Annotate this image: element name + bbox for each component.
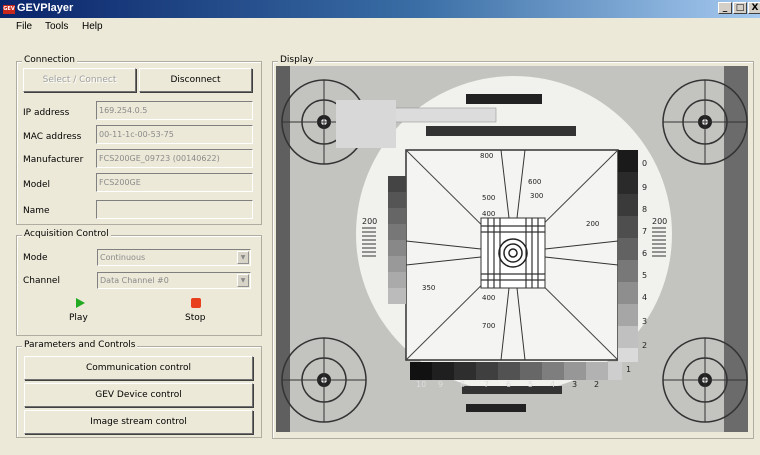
mac-address-label: MAC address (23, 132, 82, 142)
chart-number: 7 (642, 227, 647, 236)
mac-address-field[interactable]: 00-11-1c-00-53-75 (96, 125, 253, 144)
name-field[interactable] (96, 200, 253, 219)
chart-number: 400 (482, 210, 495, 218)
chart-number: 2 (594, 380, 599, 389)
test-chart-image: 800 500 400 600 200 300 350 400 700 0 9 … (276, 66, 748, 432)
chart-number: 5 (642, 271, 647, 280)
chart-number: 3 (642, 317, 647, 326)
chevron-down-icon[interactable]: ▼ (237, 251, 249, 264)
chart-number: 200 (652, 217, 667, 226)
chart-number: 3 (572, 380, 577, 389)
mode-select[interactable]: Continuous ▼ (97, 249, 251, 266)
title-bar: GEV GEVPlayer _ □ X (0, 0, 760, 18)
stop-icon (191, 298, 201, 308)
chart-number: 5 (528, 380, 533, 389)
chevron-down-icon[interactable]: ▼ (237, 274, 249, 287)
chart-number: 4 (550, 380, 555, 389)
image-stream-control-button[interactable]: Image stream control (24, 410, 253, 434)
camera-display[interactable]: 800 500 400 600 200 300 350 400 700 0 9 … (276, 66, 748, 432)
communication-control-button[interactable]: Communication control (24, 356, 253, 380)
channel-select[interactable]: Data Channel #0 ▼ (97, 272, 251, 289)
name-label: Name (23, 206, 50, 216)
channel-label: Channel (23, 276, 60, 286)
chart-number: 4 (642, 293, 647, 302)
mode-select-value: Continuous (100, 253, 146, 262)
window-title: GEVPlayer (17, 2, 74, 14)
acquisition-control-group-label: Acquisition Control (22, 229, 111, 239)
menu-tools[interactable]: Tools (45, 21, 68, 32)
chart-number: 800 (480, 152, 493, 160)
chart-number: 350 (422, 284, 435, 292)
maximize-button[interactable]: □ (733, 2, 747, 14)
chart-number: 700 (482, 322, 495, 330)
mode-label: Mode (23, 253, 48, 263)
stop-label: Stop (185, 313, 206, 323)
close-button[interactable]: X (748, 2, 760, 14)
chart-number: 600 (528, 178, 541, 186)
chart-number: 1 (626, 365, 631, 374)
menu-help[interactable]: Help (82, 21, 103, 32)
play-label: Play (69, 313, 88, 323)
chart-number: 6 (642, 249, 647, 258)
model-field[interactable]: FCS200GE (96, 173, 253, 192)
ip-address-label: IP address (23, 108, 70, 118)
chart-number: 10 (416, 380, 426, 389)
ip-address-field[interactable]: 169.254.0.5 (96, 101, 253, 120)
menu-bar: File Tools Help (0, 18, 760, 36)
channel-select-value: Data Channel #0 (100, 276, 169, 285)
play-icon (76, 298, 85, 308)
disconnect-button[interactable]: Disconnect (139, 68, 252, 92)
chart-number: 7 (484, 380, 489, 389)
chart-number: 500 (482, 194, 495, 202)
minimize-button[interactable]: _ (718, 2, 732, 14)
stop-button[interactable]: Stop (176, 297, 216, 327)
chart-number: 400 (482, 294, 495, 302)
chart-number: 0 (642, 159, 647, 168)
parameters-controls-group-label: Parameters and Controls (22, 340, 138, 350)
chart-number: 200 (586, 220, 599, 228)
connection-group-label: Connection (22, 55, 77, 65)
chart-number: 300 (530, 192, 543, 200)
chart-number: 8 (642, 205, 647, 214)
manufacturer-field[interactable]: FCS200GE_09723 (00140622) (96, 149, 253, 168)
chart-number: 2 (642, 341, 647, 350)
play-button[interactable]: Play (60, 297, 100, 327)
chart-number: 8 (460, 380, 465, 389)
manufacturer-label: Manufacturer (23, 155, 84, 165)
select-connect-button[interactable]: Select / Connect (23, 68, 136, 92)
menu-file[interactable]: File (16, 21, 32, 32)
chart-number: 9 (642, 183, 647, 192)
chart-number: 200 (362, 217, 377, 226)
display-group-label: Display (278, 55, 316, 65)
model-label: Model (23, 180, 51, 190)
chart-number: 6 (506, 380, 511, 389)
gev-device-control-button[interactable]: GEV Device control (24, 383, 253, 407)
app-logo-icon: GEV (3, 5, 15, 14)
chart-number: 9 (438, 380, 443, 389)
